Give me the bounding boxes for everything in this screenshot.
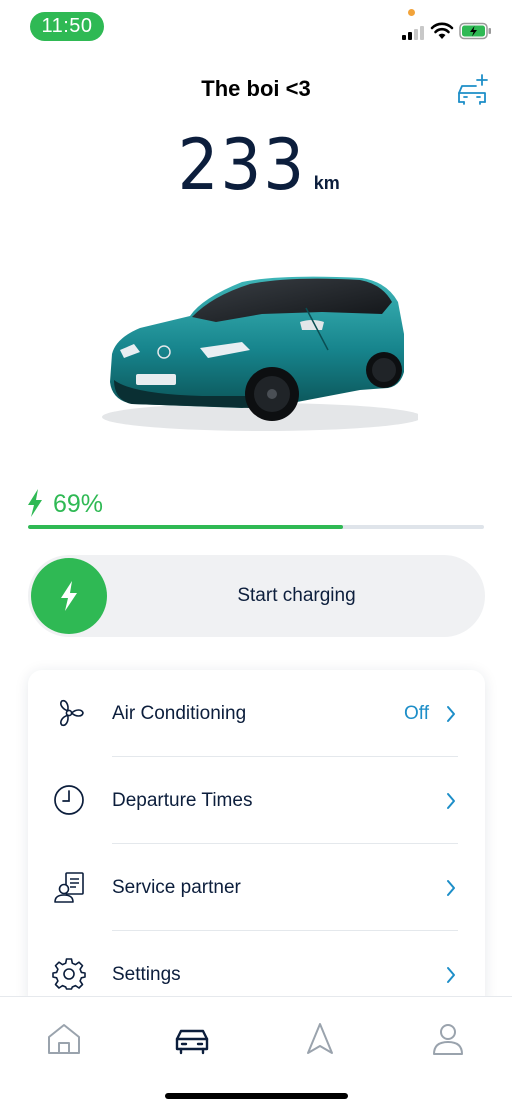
gear-icon bbox=[52, 958, 86, 990]
battery-progress-bar bbox=[28, 525, 484, 529]
status-bar: 11:50 bbox=[0, 0, 512, 56]
navigation-icon[interactable] bbox=[300, 1019, 340, 1059]
car-image bbox=[102, 276, 418, 431]
chevron-right-icon bbox=[447, 793, 455, 809]
profile-icon[interactable] bbox=[428, 1019, 468, 1059]
status-time: 11:50 bbox=[30, 12, 104, 41]
menu-item-service-partner[interactable]: Service partner bbox=[28, 844, 485, 931]
bolt-icon bbox=[61, 581, 77, 611]
privacy-indicator-dot bbox=[408, 9, 415, 16]
car-name: The boi <3 bbox=[201, 76, 311, 101]
service-partner-icon bbox=[54, 872, 84, 903]
range-display: 233 km bbox=[0, 124, 512, 206]
menu-item-departure-times[interactable]: Departure Times bbox=[28, 757, 485, 844]
add-car-icon[interactable] bbox=[455, 72, 491, 108]
cellular-signal-icon bbox=[402, 26, 424, 40]
fan-icon bbox=[60, 699, 84, 727]
menu-item-label: Settings bbox=[112, 964, 181, 985]
battery-percent: 69% bbox=[53, 490, 104, 518]
menu-item-label: Air Conditioning bbox=[112, 703, 247, 724]
menu-item-label: Departure Times bbox=[112, 790, 253, 811]
car-icon[interactable] bbox=[172, 1019, 212, 1059]
wifi-icon bbox=[430, 22, 454, 39]
chevron-right-icon bbox=[447, 880, 455, 896]
menu-item-label: Service partner bbox=[112, 877, 241, 898]
vehicle-controls-card: Air Conditioning Off Departure Times Ser… bbox=[28, 670, 485, 1010]
range-unit: km bbox=[313, 173, 340, 193]
chevron-right-icon bbox=[447, 706, 455, 722]
charging-slider-knob[interactable] bbox=[31, 558, 107, 634]
start-charging-slider[interactable]: Start charging bbox=[28, 555, 485, 637]
menu-item-air-conditioning[interactable]: Air Conditioning Off bbox=[28, 670, 485, 757]
chevron-right-icon bbox=[447, 967, 455, 983]
home-indicator bbox=[165, 1093, 348, 1099]
start-charging-label: Start charging bbox=[237, 585, 356, 606]
battery-icon bbox=[459, 22, 491, 40]
air-conditioning-status: Off bbox=[404, 703, 429, 724]
clock-icon bbox=[54, 785, 84, 815]
battery-progress-fill bbox=[28, 525, 343, 529]
bolt-icon bbox=[28, 489, 42, 517]
range-value: 233 bbox=[177, 124, 307, 206]
home-icon[interactable] bbox=[44, 1019, 84, 1059]
